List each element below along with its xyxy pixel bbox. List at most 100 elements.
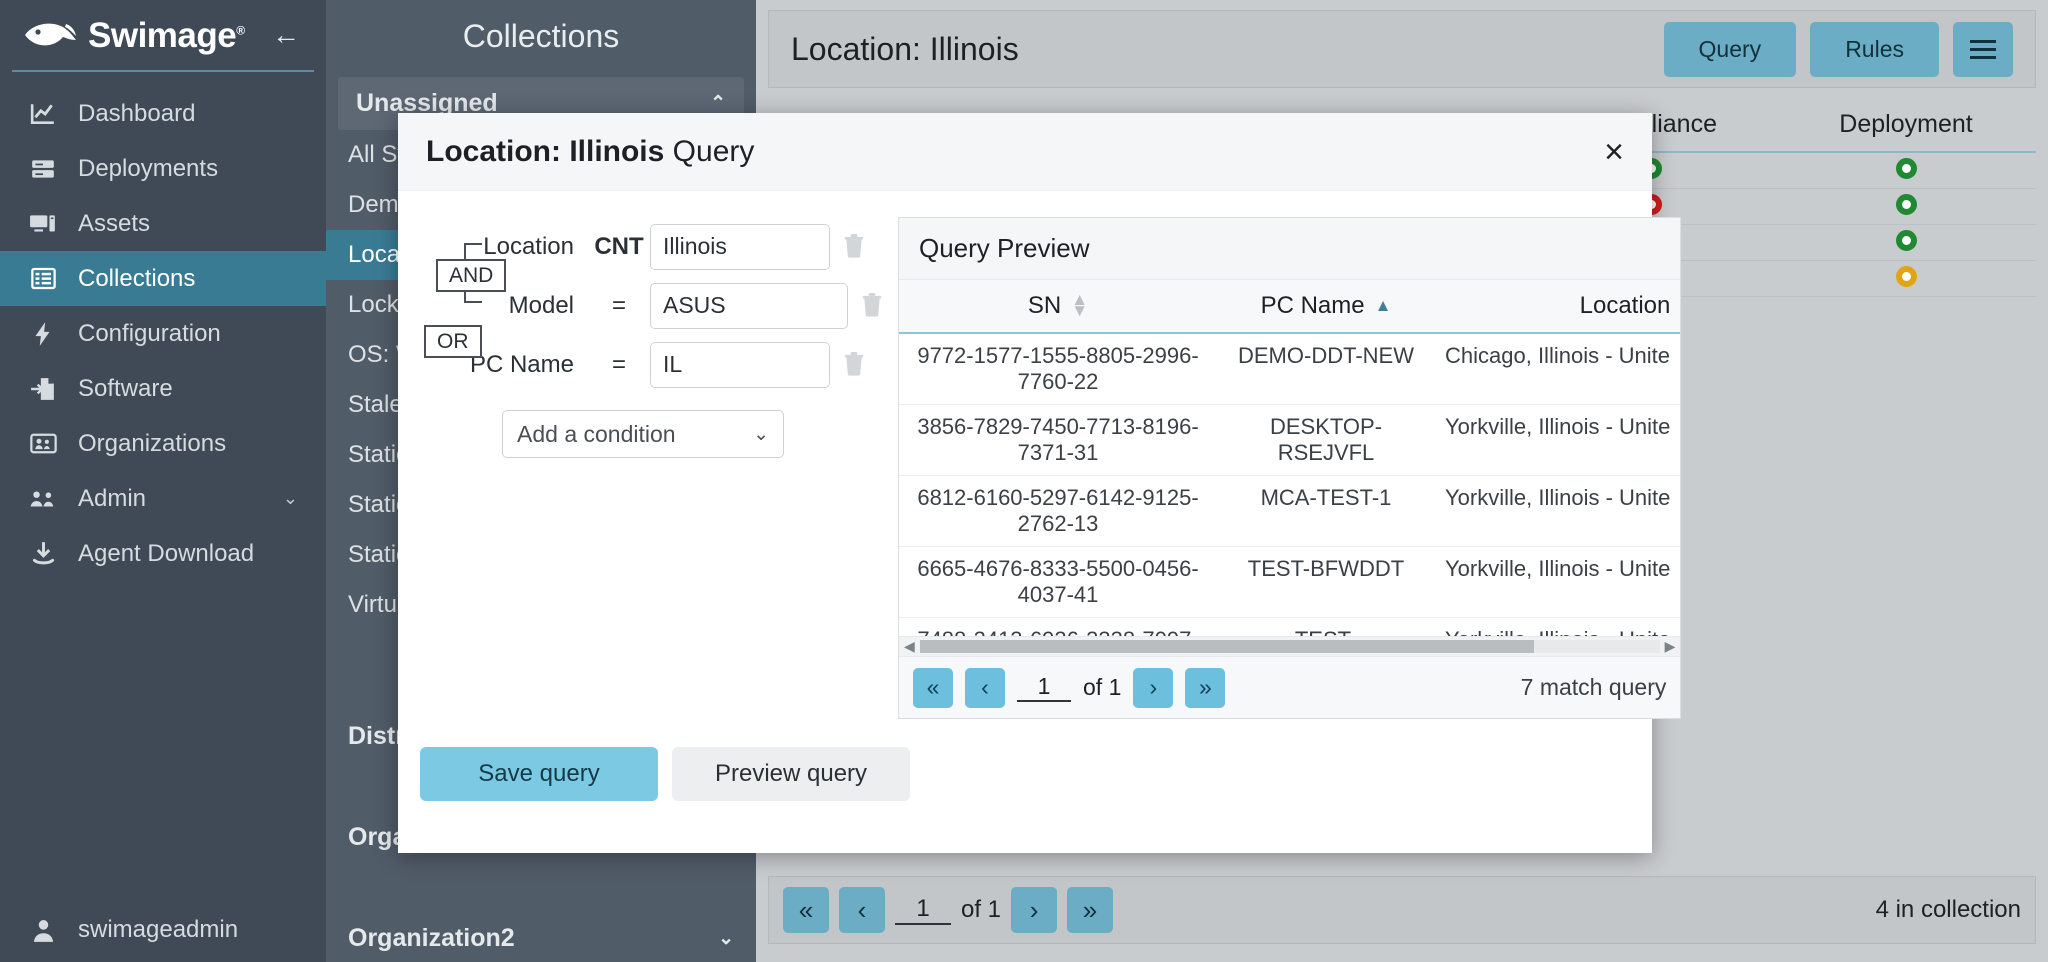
sidebar-item-assets[interactable]: Assets [0,196,326,251]
first-page-button[interactable]: « [913,667,953,708]
sidebar-user-row[interactable]: swimageadmin [0,916,326,944]
sidebar-item-label: Software [78,374,173,402]
cell-location: Yorkville, Illinois - Unite [1445,485,1671,510]
column-header-deployment[interactable]: Deployment [1776,110,2036,139]
condition-value-input[interactable] [650,282,848,329]
hamburger-glyph [1970,39,1996,59]
preview-query-button[interactable]: Preview query [672,747,910,801]
chevron-down-icon[interactable]: ⌄ [283,488,298,509]
table-row[interactable]: 9772-1577-1555-8805-2996-7760-22 DEMO-DD… [899,334,1681,405]
preview-pagination-bar: « ‹ of 1 › » 7 match query [899,656,1681,718]
brand-row: Swimage® ← [0,0,326,70]
collection-count-label: 4 in collection [1875,896,2021,923]
column-header-location[interactable]: Location [1435,280,1680,332]
status-badge-deployment [1776,229,2036,256]
server-icon [28,156,58,182]
sidebar: Swimage® ← Dashboard Deployments Assets [0,0,326,962]
trash-icon[interactable] [844,351,866,378]
brand-registered-mark: ® [236,22,245,37]
page-total-label: of 1 [1083,674,1122,700]
modal-title-bold: Location: Illinois [426,134,665,168]
main-pagination-bar: « ‹ of 1 › » 4 in collection [768,876,2036,944]
first-page-button[interactable]: « [783,887,829,933]
condition-field-label: Model [508,291,574,319]
condition-row-location: Location CNT [440,217,884,276]
collections-group-organization2[interactable]: Organization2 ⌄ [326,910,756,962]
sidebar-item-configuration[interactable]: Configuration [0,306,326,361]
scroll-left-icon[interactable]: ◀ [899,638,920,655]
sidebar-item-admin[interactable]: Admin ⌄ [0,471,326,526]
page-number-input[interactable] [895,895,951,925]
status-dot-amber [1895,265,1917,287]
condition-value-input[interactable] [650,341,830,388]
condition-value-input[interactable] [650,223,830,270]
add-condition-select[interactable]: Add a condition ⌄ [502,410,784,458]
save-query-button[interactable]: Save query [420,747,658,801]
last-page-button[interactable]: » [1067,887,1114,933]
status-badge-deployment [1776,193,2036,220]
modal-title: Location: Illinois Query [426,135,754,169]
file-import-icon [28,376,58,402]
brand-title: Swimage® [88,18,245,53]
last-page-button[interactable]: » [1185,667,1226,708]
page-title: Location: Illinois [791,30,1019,67]
next-page-button[interactable]: › [1011,887,1058,933]
table-row[interactable]: 7488-3413-6936-3338-7097-5995-38 TEST-BU… [899,618,1680,636]
column-header-sn[interactable]: SN ▲ ▼ [899,280,1217,332]
sidebar-item-collections[interactable]: Collections [0,251,326,306]
sort-ascending-icon: ▲ [1374,295,1392,315]
horizontal-scrollbar[interactable]: ◀ ▶ [899,636,1681,656]
condition-operator[interactable]: = [588,351,650,379]
column-header-sn-label: SN [1027,292,1062,319]
cell-location: Yorkville, Illinois - Unite [1435,618,1680,636]
header-actions: Query Rules [1663,21,2013,77]
sidebar-item-organizations[interactable]: Organizations [0,416,326,471]
query-button[interactable]: Query [1663,21,1797,77]
condition-operator[interactable]: = [588,292,650,320]
sidebar-item-agent-download[interactable]: Agent Download [0,526,326,581]
sidebar-collapse-icon[interactable]: ← [272,21,304,49]
trash-icon[interactable] [862,292,884,319]
table-row[interactable]: 3856-7829-7450-7713-8196-7371-31 DESKTOP… [899,405,1681,476]
query-preview-title: Query Preview [899,218,1681,280]
table-row[interactable]: 6665-4676-8333-5500-0456-4037-41 TEST-BF… [899,547,1681,618]
add-condition-label: Add a condition [517,420,676,447]
main-header: Location: Illinois Query Rules [768,10,2036,88]
condition-row-pcname: PC Name = [440,335,884,394]
condition-row-model: Model = [440,276,884,335]
users-icon [28,486,58,512]
table-row[interactable]: 6812-6160-5297-6142-9125-2762-13 MCA-TES… [899,476,1681,547]
sidebar-item-software[interactable]: Software [0,361,326,416]
rules-button[interactable]: Rules [1810,21,1939,77]
logic-operator-or[interactable]: OR [424,325,482,359]
trash-icon[interactable] [844,233,866,260]
logic-operator-and[interactable]: AND [436,259,507,293]
org-card-icon [28,431,58,457]
brand-text: Swimage [88,15,237,55]
scrollbar-track[interactable] [919,640,1660,653]
cell-pcname: TEST-BUILDPATCH [1217,618,1435,636]
modal-body: AND OR Location CNT Model = [398,191,1682,719]
chevron-up-icon[interactable]: ⌃ [710,92,726,115]
chart-line-icon [28,101,58,127]
sidebar-item-dashboard[interactable]: Dashboard [0,86,326,141]
swimage-fish-logo-icon [22,18,78,52]
prev-page-button[interactable]: ‹ [839,887,885,933]
column-header-pcname[interactable]: PC Name ▲ [1217,280,1435,332]
cell-pcname: MCA-TEST-1 [1260,485,1392,510]
close-icon[interactable]: × [1604,135,1624,169]
app-root: Swimage® ← Dashboard Deployments Assets [0,0,2048,962]
query-preview-panel: Query Preview SN ▲▼ PC Name ▲ Location [898,217,1682,719]
prev-page-button[interactable]: ‹ [965,667,1005,708]
page-number-input[interactable] [1017,673,1071,702]
collections-group-label: Organization2 [348,924,515,952]
scroll-right-icon[interactable]: ▶ [1660,638,1681,655]
sidebar-item-deployments[interactable]: Deployments [0,141,326,196]
chevron-down-icon[interactable]: ⌄ [718,927,734,950]
hamburger-icon[interactable] [1953,21,2013,77]
bolt-icon [28,321,58,347]
condition-operator[interactable]: CNT [588,233,650,261]
scrollbar-thumb[interactable] [919,640,1534,653]
next-page-button[interactable]: › [1133,667,1174,708]
cell-location: Chicago, Illinois - Unite [1445,343,1670,368]
